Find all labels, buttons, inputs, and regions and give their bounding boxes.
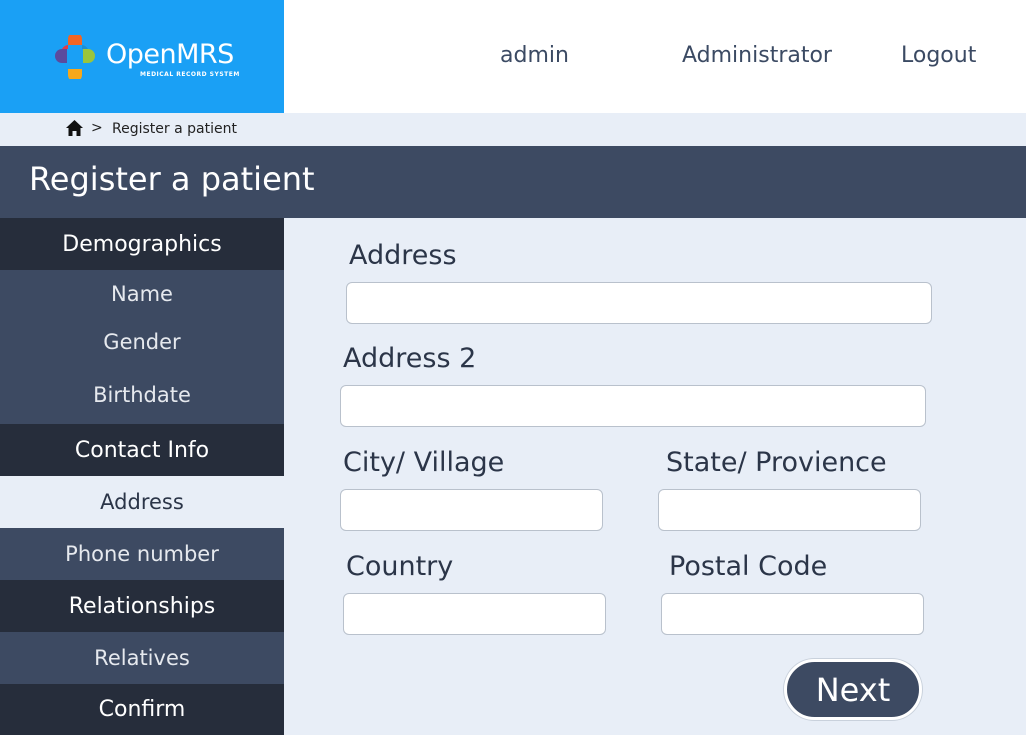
- sidebar-item-gender[interactable]: Gender: [0, 318, 284, 366]
- breadcrumb-current: Register a patient: [112, 121, 237, 137]
- openmrs-logo-icon: [55, 35, 95, 79]
- address-input[interactable]: [346, 282, 932, 324]
- sidebar-section-confirm[interactable]: Confirm: [0, 684, 284, 735]
- address2-label: Address 2: [343, 343, 477, 374]
- sidebar-item-name[interactable]: Name: [0, 270, 284, 318]
- sidebar-item-phone-number[interactable]: Phone number: [0, 528, 284, 580]
- page-title: Register a patient: [29, 160, 315, 198]
- sidebar-section-relationships[interactable]: Relationships: [0, 580, 284, 632]
- brand-name: OpenMRS: [106, 39, 234, 70]
- postal-code-label: Postal Code: [669, 551, 828, 582]
- state-label: State/ Provience: [666, 447, 887, 478]
- home-icon[interactable]: [66, 120, 83, 136]
- role-link[interactable]: Administrator: [682, 43, 832, 68]
- next-button[interactable]: Next: [784, 659, 922, 720]
- sidebar-item-birthdate[interactable]: Birthdate: [0, 366, 284, 424]
- sidebar-section-contact-info[interactable]: Contact Info: [0, 424, 284, 476]
- sidebar: Demographics Name Gender Birthdate Conta…: [0, 218, 284, 735]
- logout-link[interactable]: Logout: [901, 43, 976, 68]
- sidebar-item-relatives[interactable]: Relatives: [0, 632, 284, 684]
- username-link[interactable]: admin: [500, 43, 569, 68]
- breadcrumb-separator: >: [91, 120, 103, 136]
- city-label: City/ Village: [343, 447, 505, 478]
- address-label: Address: [349, 240, 457, 271]
- sidebar-item-address[interactable]: Address: [0, 476, 284, 528]
- state-input[interactable]: [658, 489, 921, 531]
- postal-code-input[interactable]: [661, 593, 924, 635]
- address2-input[interactable]: [340, 385, 926, 427]
- country-input[interactable]: [343, 593, 606, 635]
- country-label: Country: [346, 551, 454, 582]
- city-input[interactable]: [340, 489, 603, 531]
- brand-tagline: MEDICAL RECORD SYSTEM: [140, 71, 240, 78]
- sidebar-section-demographics[interactable]: Demographics: [0, 218, 284, 270]
